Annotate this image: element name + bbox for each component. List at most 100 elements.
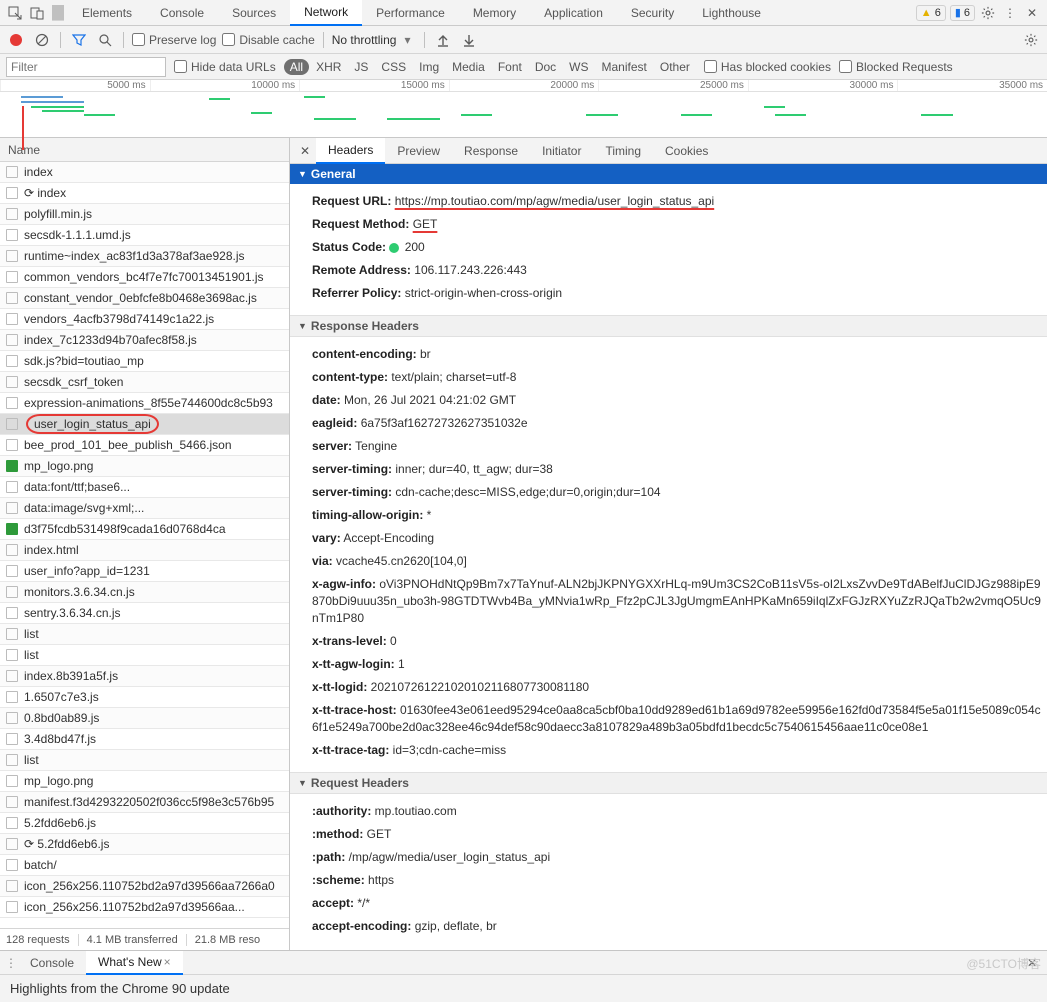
filter-chip-ws[interactable]: WS	[563, 59, 594, 75]
response-headers-section[interactable]: ▼Response Headers	[290, 315, 1047, 337]
request-row[interactable]: index.8b391a5f.js	[0, 666, 289, 687]
drawer-close-icon[interactable]: ✕	[1021, 956, 1043, 970]
request-detail-panel: ✕ HeadersPreviewResponseInitiatorTimingC…	[290, 138, 1047, 950]
request-row[interactable]: expression-animations_8f55e744600dc8c5b9…	[0, 393, 289, 414]
blocked-requests-checkbox[interactable]: Blocked Requests	[839, 60, 953, 74]
upload-har-icon[interactable]	[433, 30, 453, 50]
request-row[interactable]: index_7c1233d94b70afec8f58.js	[0, 330, 289, 351]
drawer-tab-console[interactable]: Console	[18, 951, 86, 975]
filter-chip-js[interactable]: JS	[348, 59, 374, 75]
devtools-close-icon[interactable]: ✕	[1021, 6, 1043, 20]
request-list-header[interactable]: Name	[0, 138, 289, 162]
hide-data-urls-checkbox[interactable]: Hide data URLs	[174, 60, 276, 74]
request-row[interactable]: sentry.3.6.34.cn.js	[0, 603, 289, 624]
request-row[interactable]: data:image/svg+xml;...	[0, 498, 289, 519]
network-settings-icon[interactable]	[1021, 30, 1041, 50]
filter-input[interactable]	[6, 57, 166, 77]
filter-chip-xhr[interactable]: XHR	[310, 59, 347, 75]
request-row[interactable]: batch/	[0, 855, 289, 876]
main-tab-network[interactable]: Network	[290, 0, 362, 26]
request-row[interactable]: constant_vendor_0ebfcfe8b0468e3698ac.js	[0, 288, 289, 309]
download-har-icon[interactable]	[459, 30, 479, 50]
request-row[interactable]: ⟳ 5.2fdd6eb6.js	[0, 834, 289, 855]
request-row[interactable]: monitors.3.6.34.cn.js	[0, 582, 289, 603]
filter-chip-all[interactable]: All	[284, 59, 309, 75]
filter-chip-other[interactable]: Other	[654, 59, 696, 75]
messages-badge[interactable]: ▮6	[950, 5, 975, 21]
detail-tab-timing[interactable]: Timing	[593, 138, 653, 164]
main-tab-console[interactable]: Console	[146, 0, 218, 26]
request-row[interactable]: manifest.f3d4293220502f036cc5f98e3c576b9…	[0, 792, 289, 813]
detail-tab-headers[interactable]: Headers	[316, 138, 385, 164]
request-row[interactable]: list	[0, 624, 289, 645]
filter-chip-img[interactable]: Img	[413, 59, 445, 75]
throttling-select[interactable]: No throttling▾	[332, 33, 417, 47]
detail-tab-cookies[interactable]: Cookies	[653, 138, 720, 164]
filter-toggle-icon[interactable]	[69, 30, 89, 50]
request-row[interactable]: ⟳ index	[0, 183, 289, 204]
request-row[interactable]: d3f75fcdb531498f9cada16d0768d4ca	[0, 519, 289, 540]
request-row[interactable]: vendors_4acfb3798d74149c1a22.js	[0, 309, 289, 330]
request-row[interactable]: polyfill.min.js	[0, 204, 289, 225]
warnings-badge[interactable]: ▲6	[916, 5, 946, 21]
request-row[interactable]: common_vendors_bc4f7e7fc70013451901.js	[0, 267, 289, 288]
general-section-header[interactable]: ▼General	[290, 164, 1047, 184]
request-name: polyfill.min.js	[24, 207, 92, 221]
request-row[interactable]: 5.2fdd6eb6.js	[0, 813, 289, 834]
detail-tab-preview[interactable]: Preview	[385, 138, 452, 164]
main-tab-memory[interactable]: Memory	[459, 0, 530, 26]
request-row[interactable]: icon_256x256.110752bd2a97d39566aa7266a0	[0, 876, 289, 897]
request-row[interactable]: mp_logo.png	[0, 456, 289, 477]
main-tab-sources[interactable]: Sources	[218, 0, 290, 26]
request-row[interactable]: data:font/ttf;base6...	[0, 477, 289, 498]
request-name: secsdk_csrf_token	[24, 375, 123, 389]
request-row[interactable]: 0.8bd0ab89.js	[0, 708, 289, 729]
request-row[interactable]: secsdk-1.1.1.umd.js	[0, 225, 289, 246]
request-row[interactable]: runtime~index_ac83f1d3a378af3ae928.js	[0, 246, 289, 267]
inspect-icon[interactable]	[4, 6, 26, 20]
request-name: data:image/svg+xml;...	[24, 501, 144, 515]
request-row[interactable]: user_info?app_id=1231	[0, 561, 289, 582]
request-row[interactable]: list	[0, 750, 289, 771]
request-row[interactable]: bee_prod_101_bee_publish_5466.json	[0, 435, 289, 456]
request-row[interactable]: user_login_status_api	[0, 414, 289, 435]
ruler-tick: 15000 ms	[299, 80, 449, 91]
disable-cache-checkbox[interactable]: Disable cache	[222, 33, 314, 47]
main-tab-application[interactable]: Application	[530, 0, 617, 26]
device-toggle-icon[interactable]	[26, 6, 48, 20]
image-file-icon	[6, 523, 18, 535]
filter-chip-manifest[interactable]: Manifest	[596, 59, 653, 75]
clear-button[interactable]	[32, 30, 52, 50]
preserve-log-checkbox[interactable]: Preserve log	[132, 33, 216, 47]
timeline-overview[interactable]: 5000 ms10000 ms15000 ms20000 ms25000 ms3…	[0, 80, 1047, 138]
drawer-tab-close-icon[interactable]: ×	[164, 955, 171, 969]
detail-tab-response[interactable]: Response	[452, 138, 530, 164]
record-button[interactable]	[6, 30, 26, 50]
request-row[interactable]: icon_256x256.110752bd2a97d39566aa...	[0, 897, 289, 918]
drawer-kebab-icon[interactable]: ⋮	[4, 956, 18, 970]
request-row[interactable]: secsdk_csrf_token	[0, 372, 289, 393]
filter-chip-css[interactable]: CSS	[375, 59, 412, 75]
request-row[interactable]: 3.4d8bd47f.js	[0, 729, 289, 750]
drawer-tab-what-s-new[interactable]: What's New ×	[86, 951, 183, 975]
detail-close-icon[interactable]: ✕	[294, 144, 316, 158]
request-row[interactable]: index	[0, 162, 289, 183]
has-blocked-cookies-checkbox[interactable]: Has blocked cookies	[704, 60, 831, 74]
main-tab-elements[interactable]: Elements	[68, 0, 146, 26]
request-row[interactable]: sdk.js?bid=toutiao_mp	[0, 351, 289, 372]
request-row[interactable]: list	[0, 645, 289, 666]
request-headers-section[interactable]: ▼Request Headers	[290, 772, 1047, 794]
filter-chip-font[interactable]: Font	[492, 59, 528, 75]
request-row[interactable]: index.html	[0, 540, 289, 561]
filter-chip-media[interactable]: Media	[446, 59, 491, 75]
detail-tab-initiator[interactable]: Initiator	[530, 138, 593, 164]
search-icon[interactable]	[95, 30, 115, 50]
filter-chip-doc[interactable]: Doc	[529, 59, 562, 75]
kebab-icon[interactable]: ⋮	[999, 6, 1021, 20]
main-tab-lighthouse[interactable]: Lighthouse	[688, 0, 775, 26]
settings-icon[interactable]	[977, 6, 999, 20]
request-row[interactable]: mp_logo.png	[0, 771, 289, 792]
main-tab-security[interactable]: Security	[617, 0, 688, 26]
main-tab-performance[interactable]: Performance	[362, 0, 459, 26]
request-row[interactable]: 1.6507c7e3.js	[0, 687, 289, 708]
